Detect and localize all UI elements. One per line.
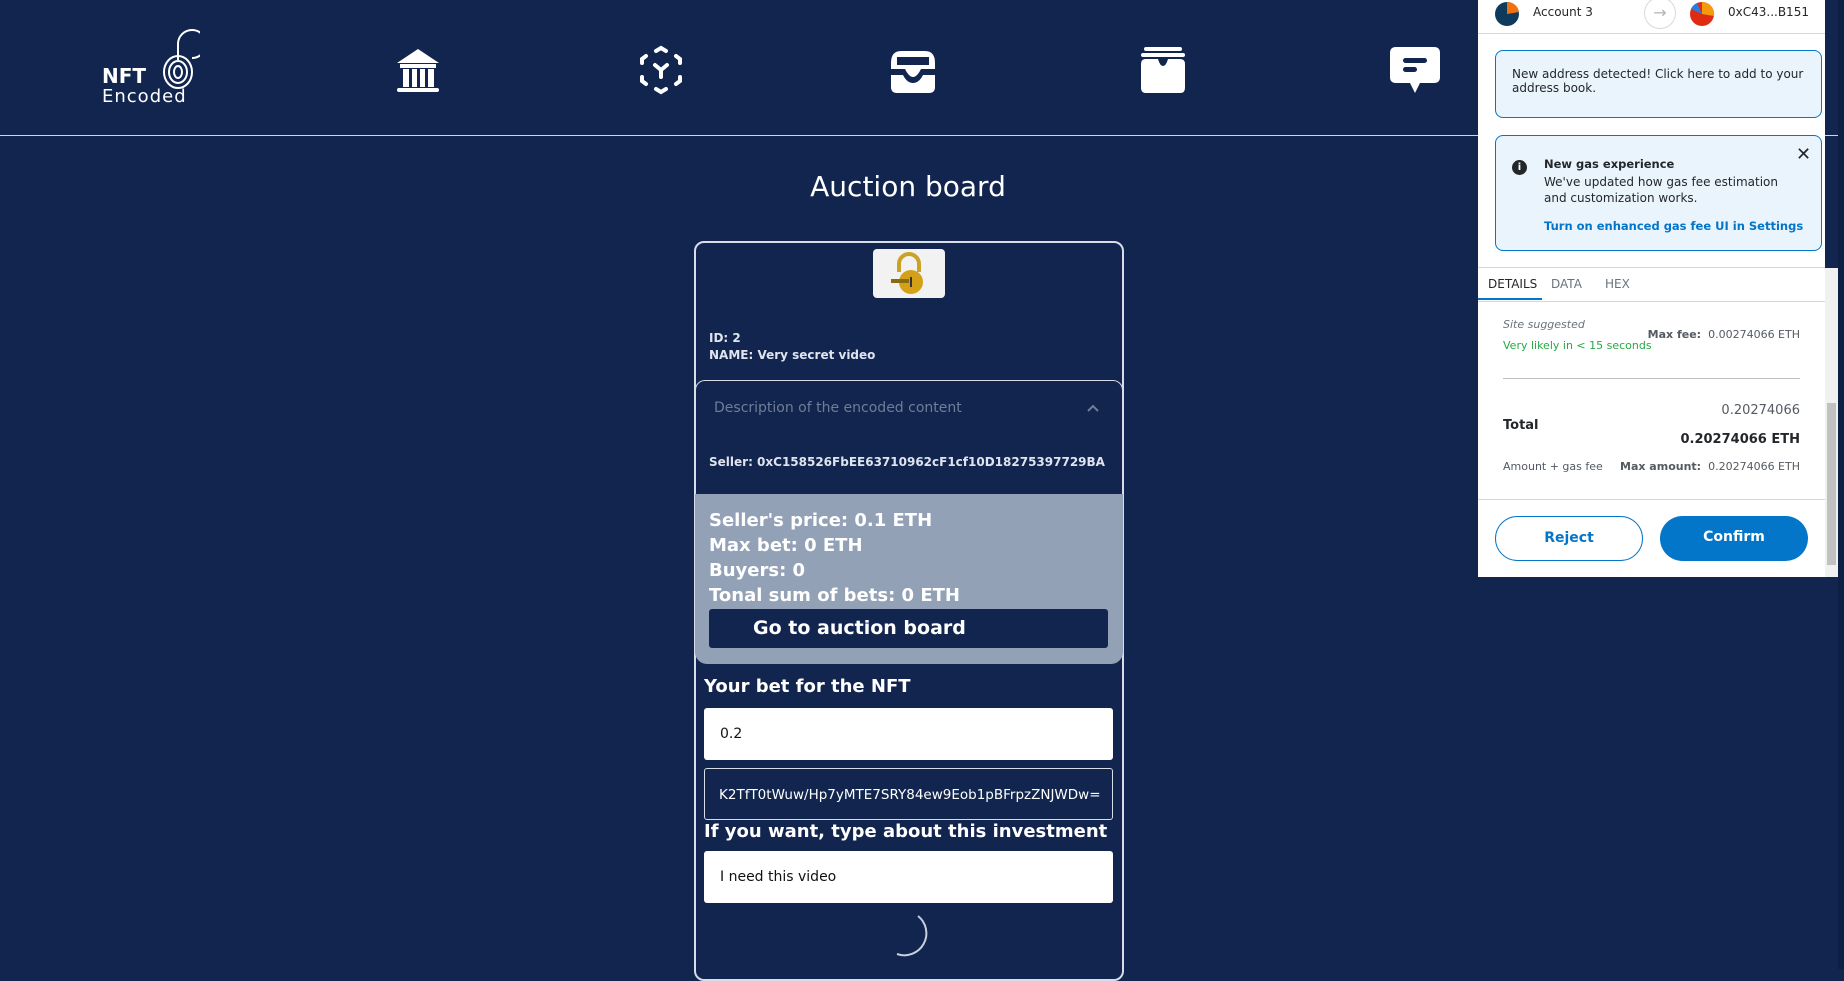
nav-archive[interactable] bbox=[1137, 44, 1189, 96]
from-account: Account 3 bbox=[1533, 5, 1593, 19]
go-to-auction-board-button[interactable]: Go to auction board bbox=[709, 609, 1108, 648]
bet-input[interactable]: 0.2 bbox=[704, 708, 1113, 760]
nft-image bbox=[873, 249, 945, 298]
divider bbox=[1503, 378, 1800, 379]
max-amount-value: 0.20274066 ETH bbox=[1708, 460, 1800, 473]
max-bet: Max bet: 0 ETH bbox=[709, 535, 863, 556]
seller-price: Seller's price: 0.1 ETH bbox=[709, 510, 933, 531]
logo[interactable]: NFT Encoded bbox=[100, 24, 200, 110]
tab-underline bbox=[1478, 298, 1542, 300]
scrollbar-thumb[interactable] bbox=[1827, 403, 1836, 565]
site-suggested: Site suggested bbox=[1503, 318, 1585, 331]
gas-body: We've updated how gas fee estimation and… bbox=[1544, 175, 1778, 205]
nft-id: ID: 2 bbox=[709, 331, 741, 345]
recipient-avatar bbox=[1690, 1, 1715, 26]
key-input[interactable]: K2TfT0tWuw/Hp7yMTE7SRY84ew9Eob1pBFrpzZNJ… bbox=[704, 768, 1113, 820]
reject-button[interactable]: Reject bbox=[1495, 516, 1643, 561]
nav-ar[interactable] bbox=[635, 44, 687, 96]
confirm-button[interactable]: Confirm bbox=[1660, 516, 1808, 561]
buyers-count: Buyers: 0 bbox=[709, 560, 806, 581]
chevron-up-icon[interactable] bbox=[1086, 403, 1100, 413]
recipient-address[interactable]: 0xC43...B151 bbox=[1728, 5, 1809, 19]
new-address-notice[interactable]: New address detected! Click here to add … bbox=[1495, 50, 1822, 118]
max-amount-label: Max amount: bbox=[1620, 460, 1702, 473]
tab-data[interactable]: DATA bbox=[1551, 277, 1582, 291]
window-edge bbox=[1838, 0, 1844, 969]
likely-time: Very likely in < 15 seconds bbox=[1503, 339, 1652, 352]
wallet-popup: Account 3 → 0xC43...B151 New address det… bbox=[1478, 0, 1825, 577]
max-fee: Max fee: 0.00274066 ETH bbox=[1648, 328, 1800, 341]
tab-hex[interactable]: HEX bbox=[1605, 277, 1630, 291]
max-fee-value: 0.00274066 ETH bbox=[1708, 328, 1800, 341]
logo-encoded: Encoded bbox=[102, 86, 187, 107]
gas-settings-link[interactable]: Turn on enhanced gas fee UI in Settings bbox=[1544, 219, 1803, 233]
description-accordion[interactable] bbox=[695, 380, 1123, 495]
amount-gas-fee: Amount + gas fee bbox=[1503, 460, 1603, 473]
divider bbox=[1478, 301, 1825, 302]
chat-message-icon bbox=[1390, 47, 1440, 93]
nft-name: NAME: Very secret video bbox=[709, 348, 876, 362]
golden-padlock-icon bbox=[891, 251, 923, 294]
loading-spinner-icon bbox=[896, 915, 928, 957]
fingerprint-lock-icon bbox=[163, 29, 200, 89]
divider bbox=[1478, 267, 1825, 268]
new-address-text: New address detected! Click here to add … bbox=[1512, 67, 1804, 95]
logo-nft: NFT bbox=[102, 64, 147, 88]
gas-notice: i New gas experience We've updated how g… bbox=[1495, 135, 1822, 251]
total-bold: 0.20274066 ETH bbox=[1680, 432, 1800, 447]
wallet-scrollbar[interactable] bbox=[1825, 268, 1838, 577]
tab-details[interactable]: DETAILS bbox=[1488, 277, 1537, 291]
box-archive-icon bbox=[1141, 47, 1185, 93]
max-amount: Max amount: 0.20274066 ETH bbox=[1620, 460, 1800, 473]
close-icon[interactable]: ✕ bbox=[1796, 144, 1811, 165]
nav-bank[interactable] bbox=[392, 44, 444, 96]
divider bbox=[1478, 499, 1825, 500]
seller-address: Seller: 0xC158526FbEE63710962cF1cf10D182… bbox=[709, 455, 1105, 469]
max-fee-label: Max fee: bbox=[1647, 328, 1702, 341]
comment-label: If you want, type about this investment bbox=[704, 821, 1108, 842]
total-label: Total bbox=[1503, 418, 1539, 433]
gas-title: New gas experience bbox=[1544, 157, 1675, 171]
bank-icon bbox=[397, 49, 439, 92]
comment-input[interactable]: I need this video bbox=[704, 851, 1113, 903]
inbox-stack-icon bbox=[891, 51, 935, 93]
arrow-right-icon: → bbox=[1644, 0, 1676, 29]
nav-messages[interactable] bbox=[1388, 44, 1440, 96]
total-bets: Tonal sum of bets: 0 ETH bbox=[709, 585, 960, 606]
total-plain: 0.20274066 bbox=[1721, 403, 1800, 418]
ar-cube-icon bbox=[640, 45, 682, 95]
bet-label: Your bet for the NFT bbox=[704, 676, 911, 697]
divider bbox=[1478, 33, 1825, 34]
info-icon: i bbox=[1512, 160, 1527, 175]
nav-inbox[interactable] bbox=[887, 44, 939, 96]
account-avatar bbox=[1495, 1, 1519, 26]
description-label: Description of the encoded content bbox=[714, 400, 962, 416]
